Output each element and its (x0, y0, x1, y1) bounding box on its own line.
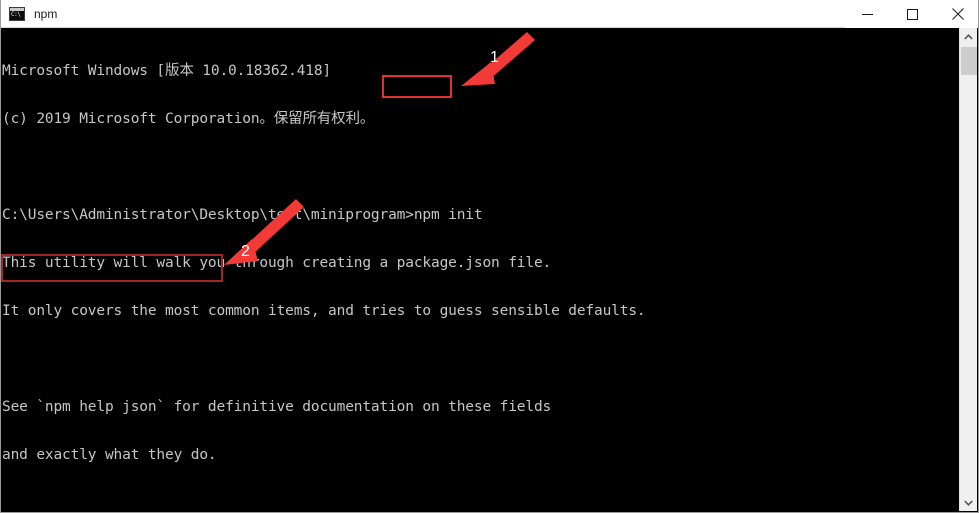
minimize-button[interactable] (845, 0, 890, 28)
console-line: It only covers the most common items, an… (2, 303, 646, 319)
chevron-down-icon (964, 499, 973, 506)
console-line: See `npm help json` for definitive docum… (2, 399, 552, 415)
scrollbar-up-button[interactable] (960, 28, 977, 45)
cmd-window: npm Microsoft Windows [版本 10.0.1836 (0, 0, 979, 513)
window-controls (845, 0, 978, 28)
maximize-icon (907, 8, 918, 20)
scrollbar-down-button[interactable] (960, 494, 977, 511)
chevron-up-icon (964, 33, 973, 40)
window-titlebar[interactable]: npm (1, 0, 978, 28)
annotation-label-1: 1 (490, 49, 499, 66)
console-line: (c) 2019 Microsoft Corporation。保留所有权利。 (2, 111, 375, 127)
console-line: C:\Users\Administrator\Desktop\test\mini… (2, 207, 483, 223)
console-line: Microsoft Windows [版本 10.0.18362.418] (2, 63, 331, 79)
console-output-area[interactable]: Microsoft Windows [版本 10.0.18362.418] (c… (1, 28, 978, 512)
console-line: and exactly what they do. (2, 447, 217, 463)
console-line: This utility will walk you through creat… (2, 255, 552, 271)
window-title: npm (34, 6, 58, 21)
minimize-icon (862, 13, 873, 15)
maximize-button[interactable] (890, 0, 935, 28)
cmd-console-icon (9, 6, 25, 21)
titlebar-left: npm (1, 0, 57, 27)
close-button[interactable] (935, 0, 978, 28)
annotation-label-2: 2 (241, 243, 250, 260)
close-icon (951, 8, 964, 20)
scrollbar-thumb[interactable] (961, 47, 977, 75)
console-text: Microsoft Windows [版本 10.0.18362.418] (c… (2, 31, 952, 512)
vertical-scrollbar[interactable] (959, 28, 977, 511)
